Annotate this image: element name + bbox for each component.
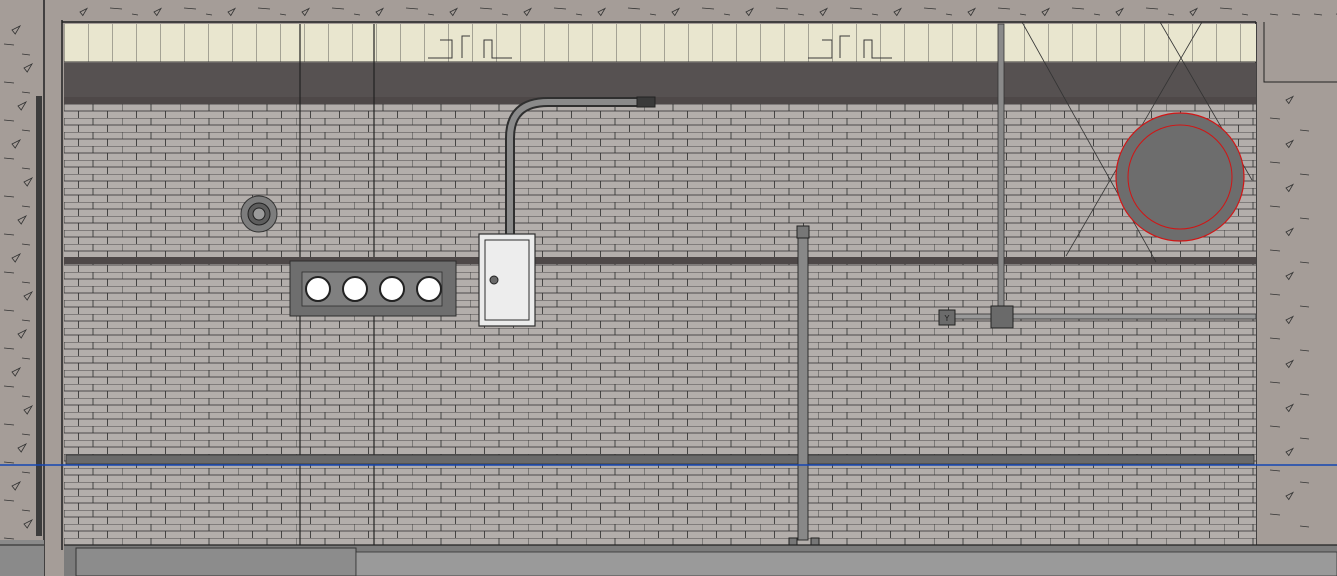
upper-wall-band — [64, 63, 1256, 97]
svg-text:Y: Y — [944, 314, 950, 323]
junction-box-icon[interactable] — [990, 305, 1014, 329]
light-lamp-icon[interactable] — [305, 276, 331, 302]
vertical-conduit — [997, 23, 1005, 309]
round-duct-icon[interactable] — [1115, 112, 1245, 242]
light-lamp-icon[interactable] — [342, 276, 368, 302]
ceiling-band — [64, 24, 1256, 63]
wall-light-fixture-icon[interactable] — [289, 260, 457, 317]
ledger-beam-top — [64, 97, 1256, 104]
elevation-drawing[interactable]: Y — [0, 0, 1337, 576]
electrical-panel-icon[interactable] — [478, 233, 536, 327]
light-lamp-icon[interactable] — [379, 276, 405, 302]
speaker-icon[interactable] — [240, 195, 278, 233]
floor-slab — [0, 540, 1337, 576]
ledger-beam-mid — [64, 257, 1256, 264]
elevation-viewport[interactable]: Y — [0, 0, 1337, 576]
ledger-beam-low — [65, 454, 1255, 465]
brick-wall — [64, 104, 1256, 545]
light-lamp-icon[interactable] — [416, 276, 442, 302]
